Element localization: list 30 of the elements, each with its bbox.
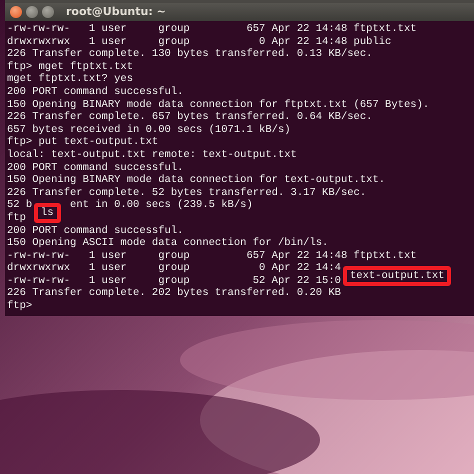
maximize-button[interactable] [42, 6, 54, 18]
terminal-text: ftp> [7, 300, 32, 312]
terminal-text: 150 Opening BINARY mode data connection for ftptxt.txt (657 Bytes). [7, 98, 430, 111]
terminal-text: drwxrwxrwx 1 user group 0 Apr 22 14:4 [7, 262, 341, 274]
terminal-text: 657 bytes received in 0.00 secs (1071.1 kB/s) [7, 124, 291, 136]
highlighted-text: ls [34, 202, 61, 223]
terminal-text: drwxrwxrwx 1 user group 0 Apr 22 14:48 public [7, 36, 392, 48]
terminal-text: 226 Transfer complete. 130 bytes transferred. 0.13 KB/sec. [7, 48, 372, 60]
terminal-text: 52 b [7, 199, 32, 212]
highlighted-text: text-output.txt [342, 266, 452, 286]
close-button[interactable] [10, 6, 22, 18]
terminal-text: ent in 0.00 secs (239.5 kB/s) [70, 199, 253, 212]
terminal-text: 200 PORT command successful. [7, 224, 184, 236]
terminal-text: -rw-rw-rw- 1 user group 52 Apr 22 15:0 [7, 274, 341, 287]
terminal-text: -rw-rw-rw- 1 user group 657 Apr 22 14:48 ftptxt.txt [7, 250, 417, 262]
terminal-text: -rw-rw-rw- 1 user group 657 Apr 22 14:48 ftptxt.txt [7, 23, 417, 35]
terminal-text: 226 Transfer complete. 52 bytes transferred. 3.17 KB/sec. [7, 186, 366, 199]
terminal-text: 150 Opening BINARY mode data connection for text-output.txt. [7, 174, 386, 186]
terminal-text: mget ftptxt.txt? yes [7, 73, 134, 86]
minimize-button[interactable] [26, 6, 38, 18]
terminal-text: 150 Opening ASCII mode data connection for /bin/ls. [7, 237, 328, 250]
terminal-text: 226 Transfer complete. 202 bytes transferred. 0.20 KB [7, 287, 341, 300]
terminal-text: 226 Transfer complete. 657 bytes transferred. 0.64 KB/sec. [7, 111, 372, 124]
terminal-text: 200 PORT command successful. [7, 86, 184, 98]
terminal-text: 200 PORT command successful. [7, 162, 184, 174]
terminal-text: ftp> mget ftptxt.txt [7, 60, 134, 73]
window-title: root@Ubuntu: ~ [66, 4, 166, 20]
terminal-text: ftp [7, 212, 26, 224]
terminal-text: ftp> put text-output.txt [7, 136, 158, 148]
terminal-text: local: text-output.txt remote: text-output.txt [7, 148, 297, 161]
